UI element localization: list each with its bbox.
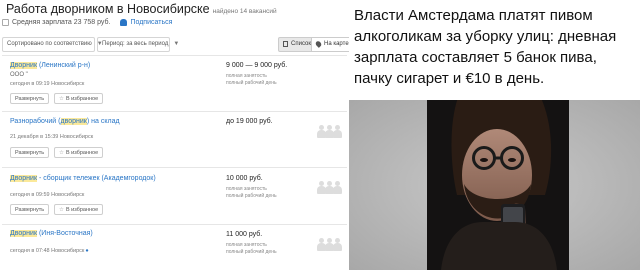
vacancy-title-highlight: дворник bbox=[60, 118, 87, 125]
vacancy-title-link[interactable]: Дворник (Иня-Восточная) bbox=[10, 230, 93, 237]
view-map-button[interactable]: На карте bbox=[312, 36, 349, 52]
no-logo-people-icon bbox=[317, 180, 343, 194]
man-with-glasses-photo bbox=[349, 100, 640, 270]
bell-icon bbox=[120, 19, 128, 26]
star-icon: ☆ bbox=[59, 149, 64, 156]
meme-panel: Власти Амстердама платят пивом алкоголик… bbox=[349, 0, 640, 270]
salary-summary-row: Средняя зарплата 23 758 руб. Подписаться bbox=[2, 19, 172, 26]
meme-caption: Власти Амстердама платят пивом алкоголик… bbox=[354, 7, 617, 87]
vacancy-meta: сегодня в 09:19 Новосибирск bbox=[10, 81, 84, 87]
expand-button-label: Развернуть bbox=[15, 95, 45, 102]
expand-button[interactable]: Развернуть bbox=[10, 204, 50, 215]
vacancy-card: Разнорабочий (дворник) на склад 21 декаб… bbox=[2, 111, 347, 167]
vacancy-salary: 9 000 — 9 000 руб. bbox=[226, 62, 288, 69]
vacancy-title-link[interactable]: Дворник (Ленинский р-н) bbox=[10, 62, 90, 69]
vacancy-meta-text: 21 декабря в 15:39 Новосибирск bbox=[10, 134, 94, 140]
expand-button-label: Развернуть bbox=[15, 149, 45, 156]
vacancy-title-highlight: Дворник bbox=[10, 230, 38, 237]
work-schedule: полный рабочий день bbox=[226, 80, 277, 86]
sort-select-value: Сортировано по соответствию bbox=[7, 41, 92, 47]
company-name[interactable]: ООО " bbox=[10, 72, 28, 78]
page-title: Работа дворником в Новосибирске найдено 1… bbox=[6, 2, 277, 16]
vacancy-salary: 11 000 руб. bbox=[226, 231, 263, 238]
work-schedule: полный рабочий день bbox=[226, 249, 277, 255]
vacancy-title-suffix: ) на склад bbox=[86, 118, 120, 125]
vacancy-title-link[interactable]: Дворник - сборщик тележек (Академгородок… bbox=[10, 175, 156, 182]
photo-illustration bbox=[349, 100, 640, 270]
no-logo-people-icon bbox=[317, 237, 343, 251]
list-icon bbox=[283, 41, 289, 47]
vacancy-title-prefix: Разнорабочий ( bbox=[10, 118, 61, 125]
employment-type: полная занятость bbox=[226, 242, 267, 248]
period-select-value: Период: за весь период bbox=[102, 41, 169, 47]
view-list-button[interactable]: Список bbox=[278, 36, 312, 52]
vacancy-title-suffix: (Ленинский р-н) bbox=[37, 62, 91, 69]
vacancy-meta: 21 декабря в 15:39 Новосибирск bbox=[10, 134, 93, 140]
vacancy-meta-text: сегодня в 07:48 Новосибирск bbox=[10, 248, 85, 254]
sort-select[interactable]: Сортировано по соответствию ▼ bbox=[2, 36, 103, 52]
page-title-text: Работа дворником в Новосибирске bbox=[6, 2, 210, 16]
map-pin-icon bbox=[314, 40, 323, 48]
job-listing-panel: Работа дворником в Новосибирске найдено 1… bbox=[0, 0, 349, 270]
add-to-favorites-button[interactable]: ☆ В избранное bbox=[54, 93, 104, 104]
vacancy-title-link[interactable]: Разнорабочий (дворник) на склад bbox=[10, 118, 120, 125]
vacancy-meta: сегодня в 07:48 Новосибирск● bbox=[10, 248, 89, 254]
vacancy-card: Дворник (Ленинский р-н) ООО " сегодня в … bbox=[2, 55, 347, 113]
favorites-label: В избранное bbox=[65, 206, 99, 213]
vacancy-salary: 10 000 руб. bbox=[226, 175, 263, 182]
favorites-label: В избранное bbox=[65, 95, 99, 102]
view-list-label: Список bbox=[291, 41, 311, 47]
expand-button[interactable]: Развернуть bbox=[10, 147, 50, 158]
star-icon: ☆ bbox=[59, 206, 64, 213]
vacancy-title-suffix: - сборщик тележек (Академгородок) bbox=[37, 175, 156, 182]
vacancy-card: Дворник - сборщик тележек (Академгородок… bbox=[2, 167, 347, 225]
view-map-label: На карте bbox=[324, 41, 349, 47]
average-salary-checkbox[interactable] bbox=[2, 19, 9, 26]
expand-button-label: Развернуть bbox=[15, 206, 45, 213]
work-schedule: полный рабочий день bbox=[226, 193, 277, 199]
favorites-label: В избранное bbox=[65, 149, 99, 156]
vacancy-title-suffix: (Иня-Восточная) bbox=[37, 230, 93, 237]
vacancy-title-highlight: Дворник bbox=[10, 175, 38, 182]
vacancy-meta: сегодня в 09:59 Новосибирск bbox=[10, 192, 84, 198]
camera-icon: ● bbox=[85, 248, 89, 254]
vacancy-title-highlight: Дворник bbox=[10, 62, 38, 69]
vacancy-card: Дворник (Иня-Восточная) сегодня в 07:48 … bbox=[2, 224, 347, 270]
employment-type: полная занятость bbox=[226, 73, 267, 79]
no-logo-people-icon bbox=[317, 124, 343, 138]
subscribe-label: Подписаться bbox=[130, 19, 173, 26]
add-to-favorites-button[interactable]: ☆ В избранное bbox=[54, 204, 104, 215]
vacancy-count: найдено 14 вакансий bbox=[212, 8, 277, 15]
employment-type: полная занятость bbox=[226, 186, 267, 192]
star-icon: ☆ bbox=[59, 95, 64, 102]
vacancy-salary: до 19 000 руб. bbox=[226, 118, 273, 125]
period-select[interactable]: Период: за весь период ▼ bbox=[97, 36, 179, 52]
list-controls: Сортировано по соответствию ▼ Период: за… bbox=[0, 35, 349, 53]
vacancy-meta-text: сегодня в 09:59 Новосибирск bbox=[10, 192, 85, 198]
vacancy-meta-text: сегодня в 09:19 Новосибирск bbox=[10, 81, 85, 87]
chevron-down-icon: ▼ bbox=[173, 41, 180, 47]
expand-button[interactable]: Развернуть bbox=[10, 93, 50, 104]
average-salary-text: Средняя зарплата 23 758 руб. bbox=[12, 19, 111, 26]
subscribe-link[interactable]: Подписаться bbox=[120, 19, 172, 26]
add-to-favorites-button[interactable]: ☆ В избранное bbox=[54, 147, 104, 158]
